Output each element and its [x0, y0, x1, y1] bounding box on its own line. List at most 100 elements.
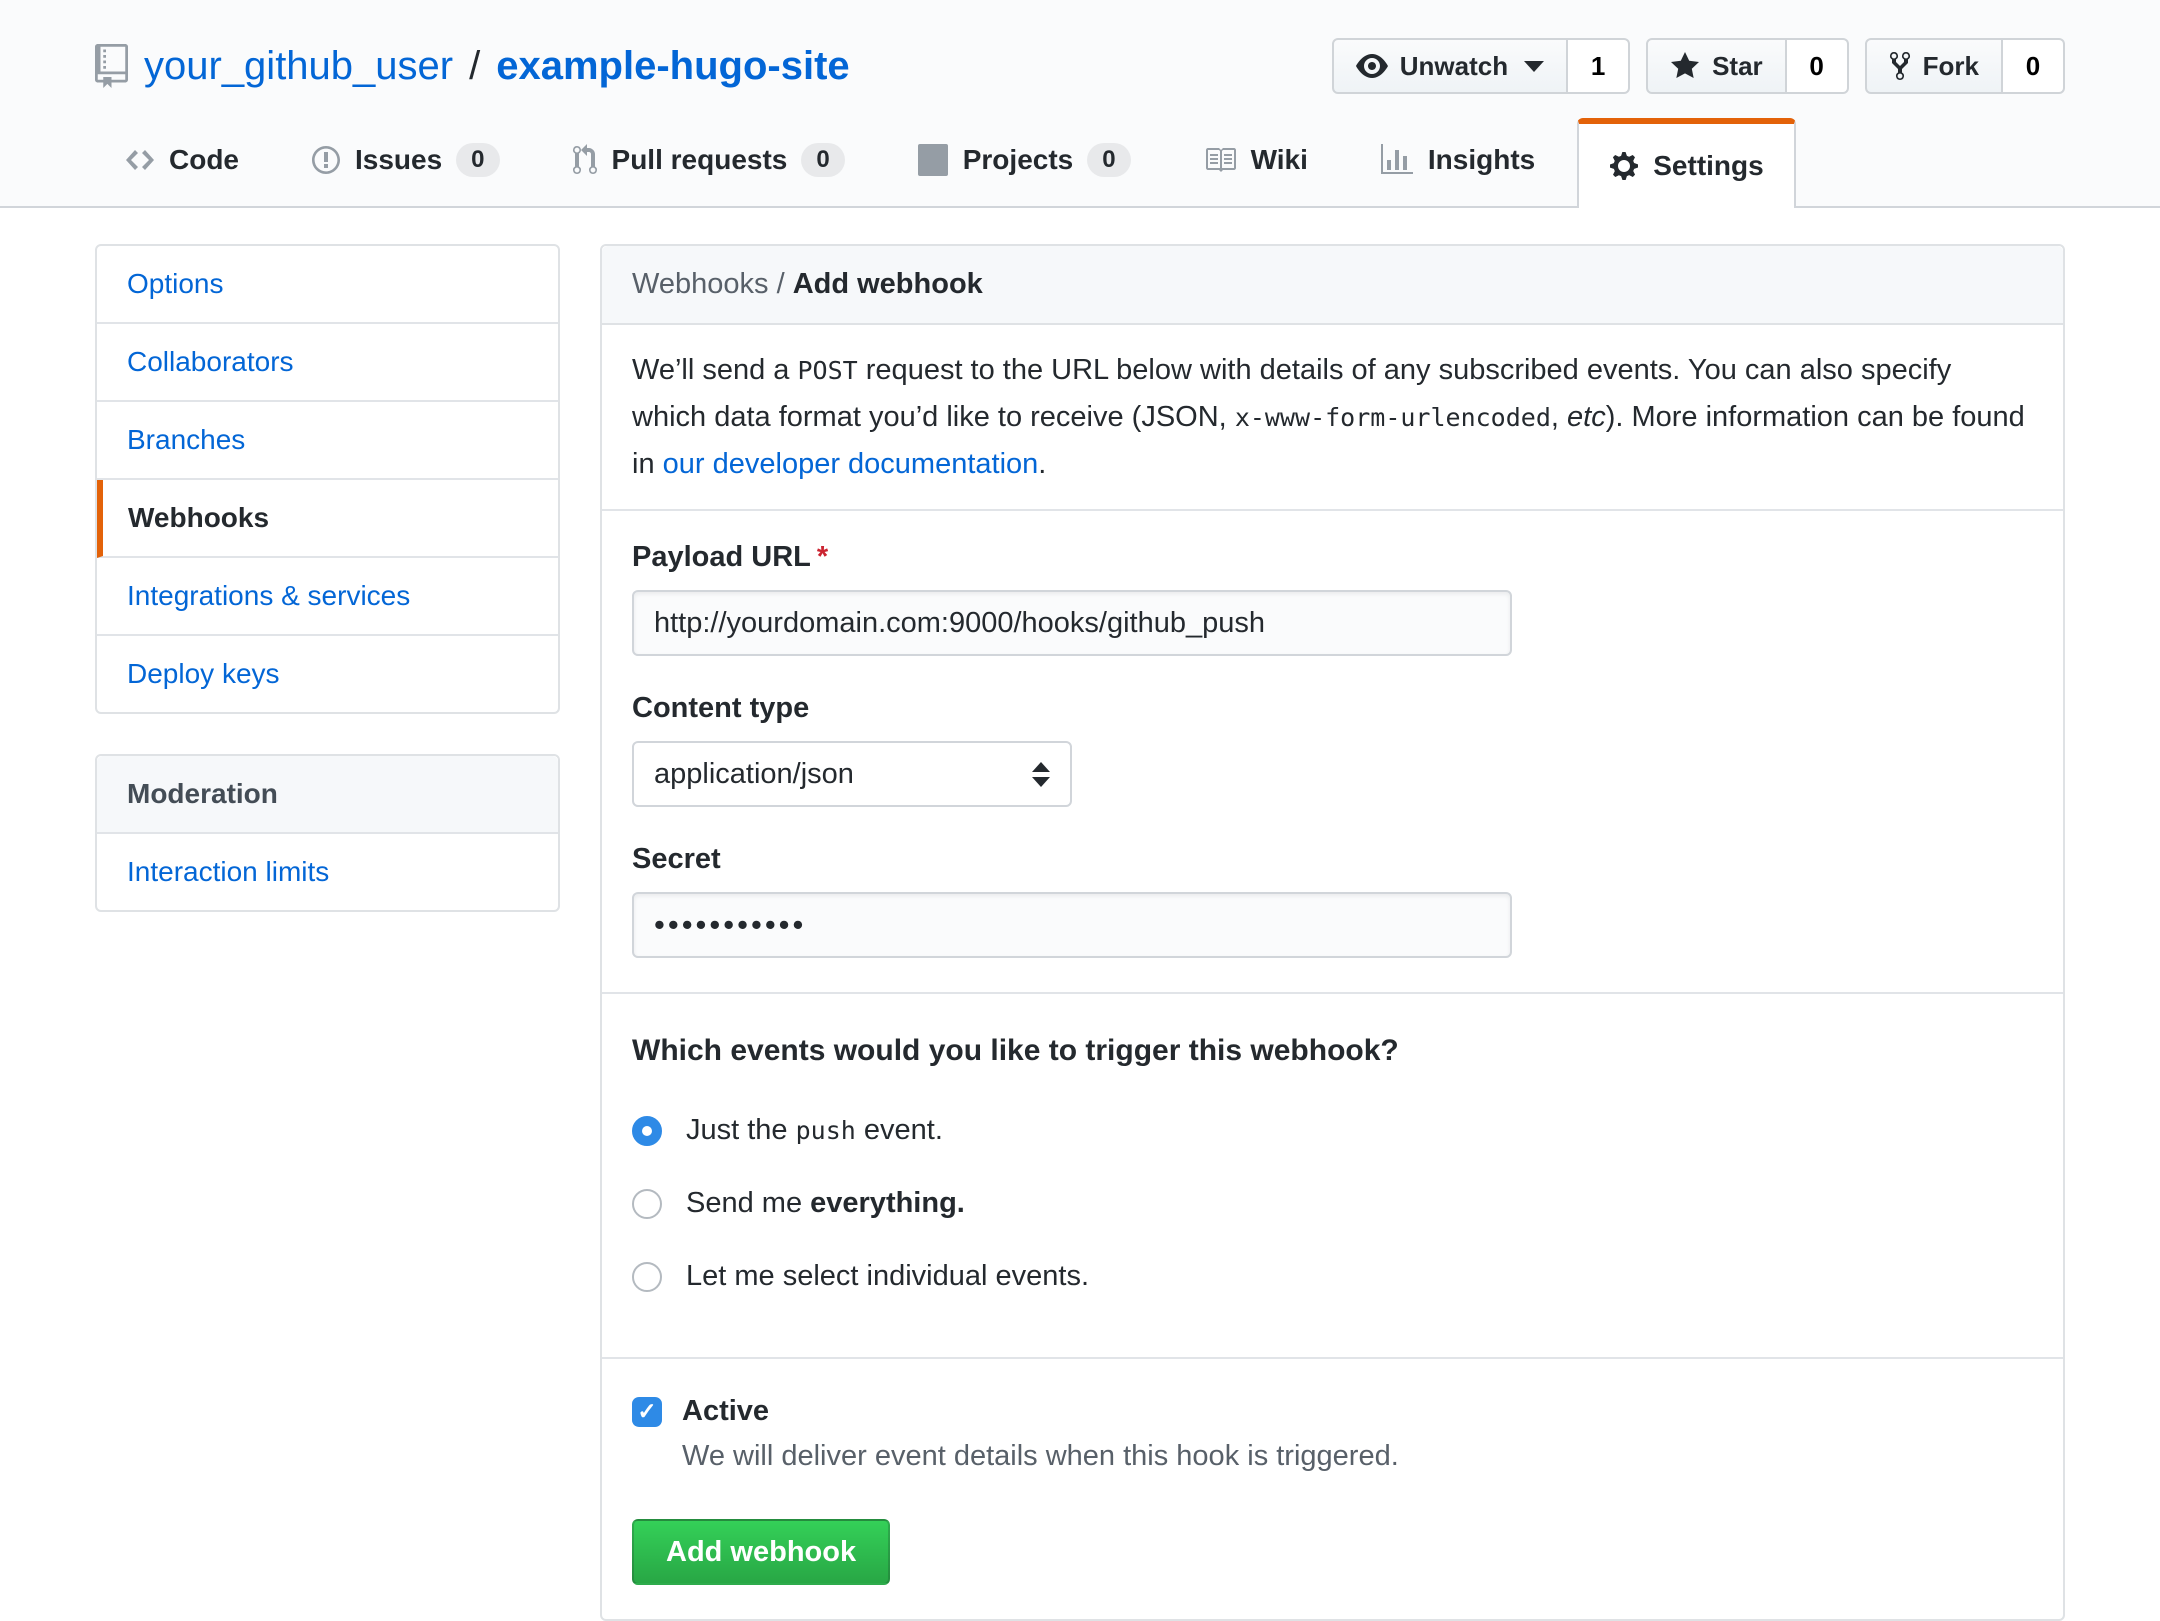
unwatch-label: Unwatch [1400, 51, 1508, 82]
watch-button-group: Unwatch 1 [1332, 38, 1630, 94]
content-type-field-group: Content type application/json [632, 692, 2033, 807]
description-text: , [1551, 401, 1567, 433]
event-option-individual[interactable]: Let me select individual events. [632, 1260, 2033, 1293]
select-updown-caret-icon [1032, 762, 1050, 787]
tab-issues[interactable]: Issues 0 [281, 118, 530, 202]
required-asterisk: * [817, 541, 828, 573]
breadcrumb-current: Add webhook [793, 268, 983, 300]
description-code-post: POST [798, 356, 858, 385]
breadcrumb-webhooks-link[interactable]: Webhooks [632, 268, 769, 300]
secret-field-group: Secret [632, 843, 2033, 958]
sidebar-item-options[interactable]: Options [97, 246, 558, 324]
issues-counter: 0 [456, 143, 499, 177]
active-row: ✓ Active [632, 1395, 2033, 1428]
radio-label-text: Send me [686, 1187, 810, 1219]
radio-label: Just the push event. [686, 1114, 943, 1147]
graph-icon [1380, 144, 1414, 176]
tab-wiki[interactable]: Wiki [1173, 118, 1338, 202]
star-icon [1670, 50, 1700, 82]
add-webhook-button[interactable]: Add webhook [632, 1519, 890, 1585]
events-section: Which events would you like to trigger t… [602, 992, 2063, 1357]
pull-requests-counter: 0 [801, 143, 844, 177]
forks-count[interactable]: 0 [2003, 38, 2065, 94]
radio-label: Send me everything. [686, 1187, 965, 1220]
sidebar-item-integrations-services[interactable]: Integrations & services [97, 558, 558, 636]
description-code-urlencoded: x-www-form-urlencoded [1235, 403, 1551, 432]
radio-label-bold: everything. [810, 1187, 965, 1219]
repo-actions: Unwatch 1 Star 0 Fork [1332, 38, 2065, 94]
radio-just-push[interactable] [632, 1116, 662, 1146]
content-type-select[interactable]: application/json [632, 741, 1072, 807]
payload-url-input[interactable] [632, 590, 1512, 656]
tab-pull-requests[interactable]: Pull requests 0 [542, 118, 875, 202]
content-type-value: application/json [654, 758, 854, 791]
secret-input[interactable] [632, 892, 1512, 958]
tab-settings[interactable]: Settings [1577, 118, 1795, 208]
moderation-menu: Moderation Interaction limits [95, 754, 560, 912]
tab-projects[interactable]: Projects 0 [887, 118, 1161, 202]
events-heading: Which events would you like to trigger t… [632, 1034, 2033, 1068]
fork-label: Fork [1923, 51, 1979, 82]
repo-name-link[interactable]: example-hugo-site [496, 44, 849, 89]
project-icon [917, 144, 949, 176]
fork-icon [1889, 50, 1911, 82]
tab-label: Pull requests [612, 144, 788, 176]
tab-label: Settings [1653, 150, 1763, 182]
eye-icon [1356, 50, 1388, 82]
stargazers-count[interactable]: 0 [1787, 38, 1849, 94]
star-button-group: Star 0 [1646, 38, 1849, 94]
active-section: ✓ Active We will deliver event details w… [602, 1357, 2063, 1619]
tab-label: Code [169, 144, 239, 176]
event-option-everything[interactable]: Send me everything. [632, 1187, 2033, 1220]
sidebar-item-deploy-keys[interactable]: Deploy keys [97, 636, 558, 712]
add-webhook-panel: Webhooks / Add webhook We’ll send a POST… [600, 244, 2065, 1621]
active-label: Active [682, 1395, 769, 1428]
radio-label-text: Just the [686, 1114, 796, 1146]
star-button[interactable]: Star [1646, 38, 1787, 94]
settings-sidebar: Options Collaborators Branches Webhooks … [95, 244, 560, 912]
fork-button-group: Fork 0 [1865, 38, 2065, 94]
tab-insights[interactable]: Insights [1350, 118, 1565, 202]
moderation-header: Moderation [97, 756, 558, 834]
repo-owner-link[interactable]: your_github_user [144, 44, 453, 89]
radio-individual-events[interactable] [632, 1262, 662, 1292]
gear-icon [1609, 150, 1639, 182]
breadcrumb-separator: / [777, 268, 785, 300]
radio-label-text: event. [856, 1114, 943, 1146]
sidebar-item-webhooks[interactable]: Webhooks [97, 480, 558, 558]
sidebar-item-branches[interactable]: Branches [97, 402, 558, 480]
description-text: We’ll send a [632, 354, 798, 386]
active-note: We will deliver event details when this … [682, 1440, 2033, 1473]
developer-documentation-link[interactable]: our developer documentation [663, 448, 1039, 480]
description-etc: etc [1567, 401, 1606, 433]
webhook-description: We’ll send a POST request to the URL bel… [602, 325, 2063, 511]
fork-button[interactable]: Fork [1865, 38, 2003, 94]
content-type-label: Content type [632, 692, 2033, 725]
sidebar-item-interaction-limits[interactable]: Interaction limits [97, 834, 558, 910]
active-checkbox[interactable]: ✓ [632, 1397, 662, 1427]
event-option-just-push[interactable]: Just the push event. [632, 1114, 2033, 1147]
sidebar-item-collaborators[interactable]: Collaborators [97, 324, 558, 402]
star-label: Star [1712, 51, 1763, 82]
description-text: . [1038, 448, 1046, 480]
tab-label: Wiki [1251, 144, 1308, 176]
payload-url-label-text: Payload URL [632, 541, 811, 573]
radio-label-text: Let me select individual events. [686, 1260, 1089, 1293]
code-icon [125, 144, 155, 176]
watchers-count[interactable]: 1 [1568, 38, 1630, 94]
settings-menu: Options Collaborators Branches Webhooks … [95, 244, 560, 714]
book-icon [1203, 144, 1237, 176]
tab-label: Insights [1428, 144, 1535, 176]
unwatch-button[interactable]: Unwatch [1332, 38, 1568, 94]
payload-url-field-group: Payload URL* [632, 541, 2033, 656]
tab-code[interactable]: Code [95, 118, 269, 202]
repo-nav: Code Issues 0 Pull requests 0 Projects 0… [95, 118, 2065, 206]
caret-down-icon [1524, 61, 1544, 72]
tab-label: Projects [963, 144, 1074, 176]
projects-counter: 0 [1087, 143, 1130, 177]
breadcrumb: Webhooks / Add webhook [602, 246, 2063, 325]
issue-opened-icon [311, 144, 341, 176]
radio-everything[interactable] [632, 1189, 662, 1219]
repo-separator: / [469, 44, 480, 89]
radio-label-code-push: push [796, 1116, 856, 1145]
